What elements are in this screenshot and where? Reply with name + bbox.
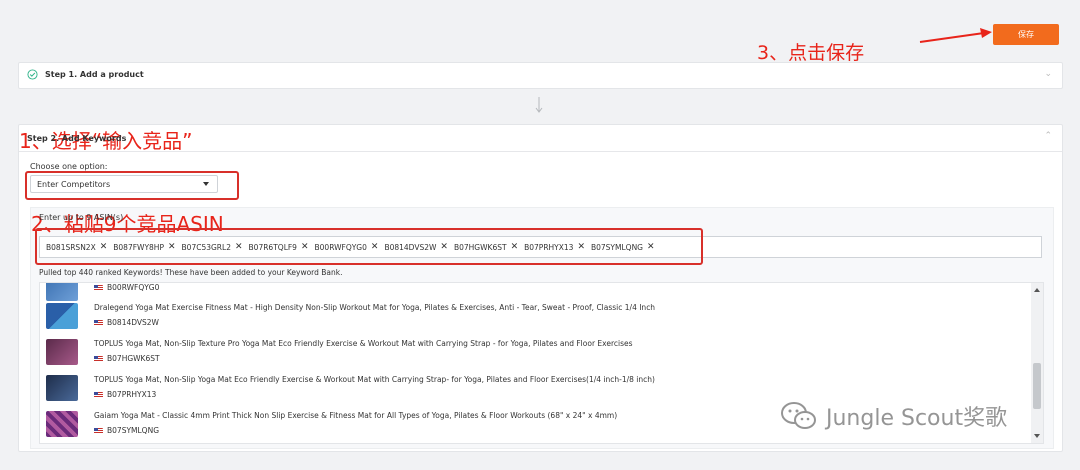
product-thumbnail: [46, 411, 78, 437]
product-asin: B07HGWK6ST: [94, 354, 160, 363]
product-thumbnail: [46, 303, 78, 329]
asin-label: Enter up to 9 ASIN(s): [39, 213, 124, 222]
wechat-icon: [781, 402, 816, 429]
step1-title: Step 1. Add a product: [45, 70, 144, 79]
annotation-box-asins: [35, 228, 703, 265]
list-item[interactable]: TOPLUS Yoga Mat, Non-Slip Texture Pro Yo…: [40, 335, 1030, 371]
check-circle-icon: [27, 69, 38, 80]
list-scrollbar[interactable]: [1031, 283, 1043, 443]
us-flag-icon: [94, 319, 103, 326]
product-title: TOPLUS Yoga Mat, Non-Slip Yoga Mat Eco F…: [94, 375, 655, 384]
product-asin: B0814DVS2W: [94, 318, 159, 327]
product-thumbnail: [46, 339, 78, 365]
us-flag-icon: [94, 391, 103, 398]
chevron-down-icon[interactable]: ⌄: [1044, 69, 1052, 79]
us-flag-icon: [94, 284, 103, 291]
choose-option-label: Choose one option:: [30, 162, 108, 171]
product-title: Dralegend Yoga Mat Exercise Fitness Mat …: [94, 303, 656, 312]
product-title: Gaiam Yoga Mat - Classic 4mm Print Thick…: [94, 411, 618, 420]
scroll-up-icon[interactable]: [1034, 288, 1040, 292]
annotation-step3: 3、点击保存: [757, 42, 865, 64]
product-title: TOPLUS Yoga Mat, Non-Slip Texture Pro Yo…: [94, 339, 633, 348]
product-asin: B07PRHYX13: [94, 390, 156, 399]
us-flag-icon: [94, 355, 103, 362]
step1-card[interactable]: Step 1. Add a product ⌄: [18, 62, 1063, 89]
save-button[interactable]: 保存: [993, 24, 1059, 45]
scroll-down-icon[interactable]: [1034, 434, 1040, 438]
step2-title: Step 2. Add Keywords: [27, 134, 127, 143]
us-flag-icon: [94, 427, 103, 434]
watermark: Jungle Scout奖歌: [780, 400, 1007, 432]
chevron-up-icon[interactable]: ⌃: [1044, 131, 1052, 141]
scrollbar-thumb[interactable]: [1033, 363, 1041, 409]
annotation-arrow-icon: [919, 28, 992, 43]
status-text: Pulled top 440 ranked Keywords! These ha…: [39, 268, 343, 277]
arrow-down-icon: [535, 97, 543, 113]
list-item[interactable]: Dralegend Yoga Mat Exercise Fitness Mat …: [40, 299, 1030, 335]
product-thumbnail: [46, 375, 78, 401]
product-asin: B00RWFQYG0: [94, 283, 159, 292]
product-asin: B07SYMLQNG: [94, 426, 159, 435]
step2-header[interactable]: Step 2. Add Keywords ⌃: [19, 125, 1062, 152]
annotation-box-select: [25, 171, 239, 200]
watermark-text: Jungle Scout奖歌: [826, 406, 1008, 431]
